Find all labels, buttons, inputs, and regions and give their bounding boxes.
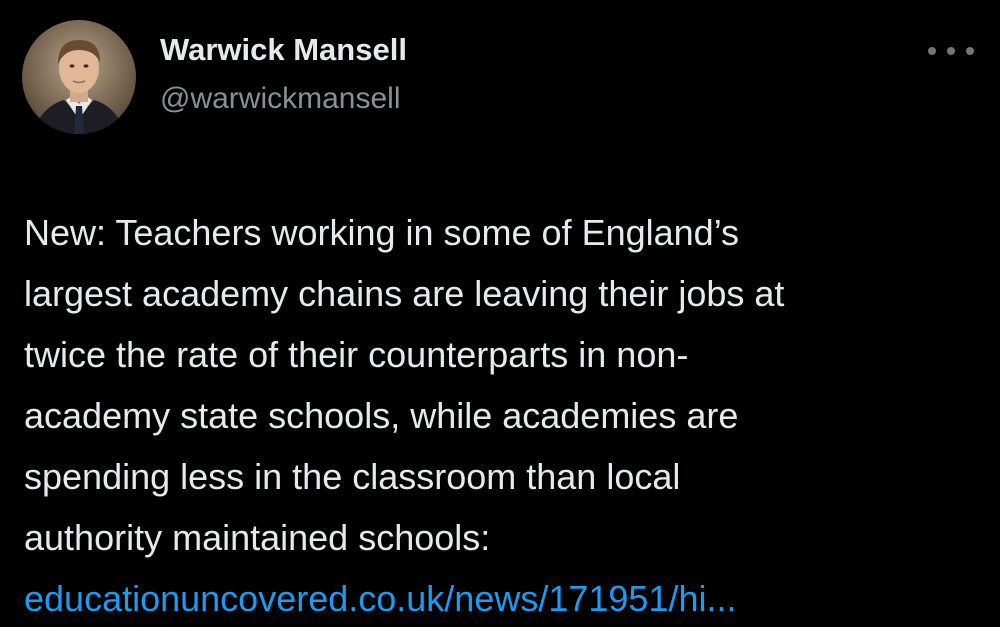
- profile-photo-icon: [22, 20, 136, 134]
- tweet-text-line: academy state schools, while academies a…: [24, 395, 739, 436]
- author-display-name[interactable]: Warwick Mansell: [160, 32, 407, 68]
- author-handle[interactable]: @warwickmansell: [160, 82, 401, 116]
- more-horizontal-icon-dot: [947, 47, 955, 55]
- avatar[interactable]: [22, 20, 136, 134]
- tweet-text-line: largest academy chains are leaving their…: [24, 273, 785, 314]
- tweet-text-line: New: Teachers working in some of England…: [24, 212, 740, 253]
- tweet-text-line: twice the rate of their counterparts in …: [24, 334, 689, 375]
- more-horizontal-icon: [928, 47, 936, 55]
- more-horizontal-icon-dot: [966, 47, 974, 55]
- tweet-text: New: Teachers working in some of England…: [24, 202, 964, 627]
- article-link[interactable]: educationuncovered.co.uk/news/171951/hi.…: [24, 568, 964, 627]
- more-options-button[interactable]: [928, 36, 974, 66]
- tweet-text-line: spending less in the classroom than loca…: [24, 456, 681, 497]
- tweet-text-line: authority maintained schools:: [24, 517, 491, 558]
- tweet: Warwick Mansell @warwickmansell New: Tea…: [0, 0, 1000, 627]
